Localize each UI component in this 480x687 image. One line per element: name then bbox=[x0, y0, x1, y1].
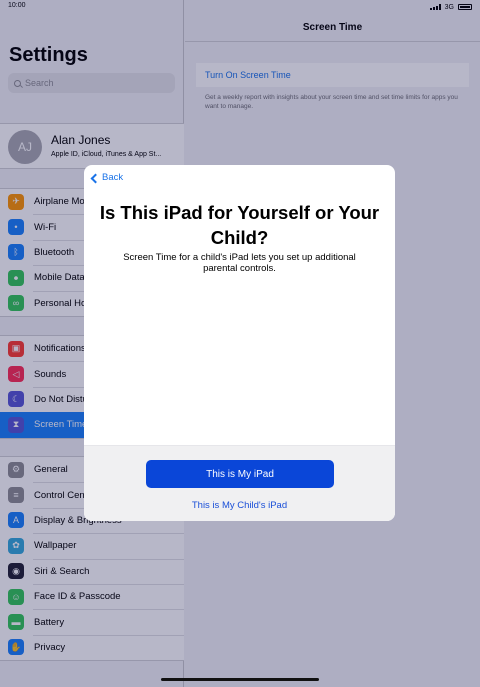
setup-modal: Back Is This iPad for Yourself or Your C… bbox=[84, 165, 395, 521]
modal-title: Is This iPad for Yourself or Your Child? bbox=[99, 202, 380, 248]
modal-subtitle: Screen Time for a child's iPad lets you … bbox=[123, 252, 356, 274]
back-label: Back bbox=[102, 172, 124, 183]
my-ipad-button[interactable]: This is My iPad bbox=[146, 460, 334, 488]
chevron-left-icon bbox=[90, 173, 101, 183]
home-indicator[interactable] bbox=[161, 678, 319, 681]
modal-footer: This is My iPad This is My Child's iPad bbox=[84, 445, 395, 521]
childs-ipad-button[interactable]: This is My Child's iPad bbox=[84, 500, 395, 511]
back-button[interactable]: Back bbox=[90, 172, 124, 183]
screen: 10:00 3G Settings Search AJ Alan Jones A… bbox=[0, 0, 480, 687]
